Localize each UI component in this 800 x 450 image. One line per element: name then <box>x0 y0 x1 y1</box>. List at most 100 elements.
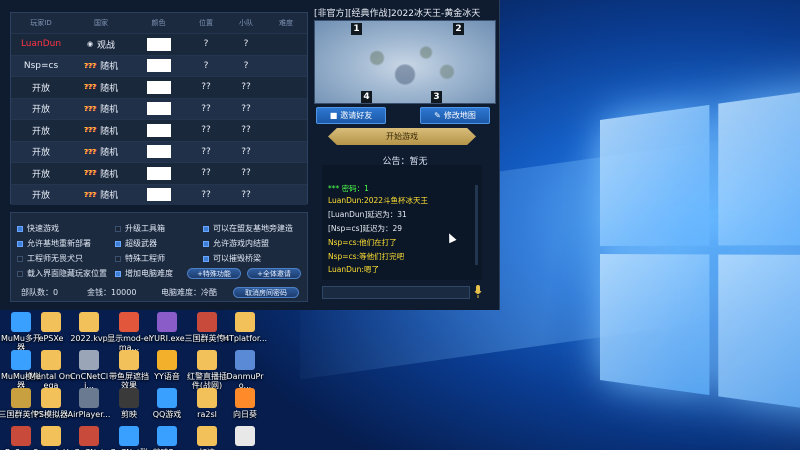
app-icon <box>119 388 139 408</box>
player-name[interactable]: 开放 <box>11 188 71 201</box>
money-amount: 金钱：10000 <box>87 288 137 297</box>
player-country-select[interactable]: ??? 随机 <box>71 167 131 180</box>
player-country-select[interactable]: ◉ 观战 <box>71 38 131 51</box>
option-super-weapon[interactable]: 超级武器 <box>115 238 157 249</box>
option-label: 超级武器 <box>125 239 157 248</box>
player-team-select[interactable]: ? <box>226 61 266 71</box>
option-label: 升级工具箱 <box>125 224 165 233</box>
option-quick-game[interactable]: 快速游戏 <box>17 223 59 234</box>
app-icon <box>157 350 177 370</box>
player-color-select[interactable] <box>131 102 186 116</box>
invite-friends-label: 邀请好友 <box>340 111 373 120</box>
player-row[interactable]: 开放??? 随机???? <box>11 162 307 184</box>
player-position-select[interactable]: ?? <box>186 168 226 178</box>
option-label: 可以在盟友基地旁建造 <box>213 224 293 233</box>
map-preview[interactable]: 1 2 3 4 <box>314 20 496 104</box>
player-country-label: 随机 <box>100 83 119 94</box>
player-row[interactable]: 开放??? 随机???? <box>11 97 307 119</box>
chat-message: LuanDun:嗯了 <box>328 265 379 274</box>
header-player-id: 玩家ID <box>30 19 52 27</box>
player-row[interactable]: 开放??? 随机???? <box>11 119 307 141</box>
shortcut-label: 向日葵 <box>233 410 257 419</box>
player-position-select[interactable]: ?? <box>186 82 226 92</box>
player-country-select[interactable]: ??? 随机 <box>71 81 131 94</box>
option-upgrade-toolbox[interactable]: 升级工具箱 <box>115 223 165 234</box>
desktop-shortcut[interactable]: ce.exe <box>222 426 268 450</box>
player-position-select[interactable]: ?? <box>186 147 226 157</box>
player-country-label: 观战 <box>97 40 116 51</box>
chat-scrollbar[interactable] <box>475 185 478 265</box>
player-team-select[interactable]: ?? <box>226 125 266 135</box>
player-color-select[interactable] <box>131 166 186 180</box>
player-name[interactable]: LuanDun <box>11 39 71 49</box>
app-icon <box>79 312 99 332</box>
player-position-select[interactable]: ?? <box>186 125 226 135</box>
player-name[interactable]: 开放 <box>11 102 71 115</box>
player-row[interactable]: Nsp=cs??? 随机?? <box>11 54 307 76</box>
player-name[interactable]: 开放 <box>11 145 71 158</box>
cancel-room-password-button[interactable]: 取消房间密码 <box>233 287 299 298</box>
option-destroy-bridge[interactable]: 可以摧毁桥梁 <box>203 253 261 264</box>
player-name[interactable]: 开放 <box>11 81 71 94</box>
option-label: 允许游戏内结盟 <box>213 239 269 248</box>
player-row[interactable]: 开放??? 随机???? <box>11 76 307 98</box>
player-team-select[interactable]: ?? <box>226 104 266 114</box>
desktop-shortcut[interactable]: 向日葵 <box>222 388 268 419</box>
player-row[interactable]: 开放??? 随机???? <box>11 183 307 205</box>
player-team-select[interactable]: ? <box>226 39 266 49</box>
player-team-select[interactable]: ?? <box>226 190 266 200</box>
invite-all-button[interactable]: +全体邀请 <box>247 268 301 279</box>
player-color-select[interactable] <box>131 59 186 73</box>
option-build-near-ally[interactable]: 可以在盟友基地旁建造 <box>203 223 293 234</box>
player-color-select[interactable] <box>131 188 186 202</box>
player-team-select[interactable]: ?? <box>226 168 266 178</box>
player-team-select[interactable]: ?? <box>226 82 266 92</box>
app-icon <box>119 312 139 332</box>
option-increase-ai-difficulty[interactable]: 增加电脑难度 <box>115 268 173 279</box>
option-allow-alliance[interactable]: 允许游戏内结盟 <box>203 238 269 249</box>
chat-message: [Nsp=cs]延迟为：29 <box>328 224 402 233</box>
player-row[interactable]: LuanDun ◉ 观战?? <box>11 33 307 55</box>
chat-input[interactable] <box>322 286 470 299</box>
player-country-select[interactable]: ??? 随机 <box>71 102 131 116</box>
option-special-engineer[interactable]: 特殊工程师 <box>115 253 165 264</box>
player-country-select[interactable]: ??? 随机 <box>71 188 131 202</box>
desktop-shortcut[interactable]: DanmuPro... <box>222 350 268 390</box>
player-name[interactable]: Nsp=cs <box>11 61 71 71</box>
start-game-button[interactable]: 开始游戏 <box>328 128 476 145</box>
player-color-select[interactable] <box>131 37 186 51</box>
chat-message: [LuanDun]延迟为：31 <box>328 210 407 219</box>
app-icon <box>197 388 217 408</box>
special-features-button[interactable]: +特殊功能 <box>187 268 241 279</box>
player-color-select[interactable] <box>131 123 186 137</box>
player-row[interactable]: 开放??? 随机???? <box>11 140 307 162</box>
player-position-select[interactable]: ?? <box>186 104 226 114</box>
player-name[interactable]: 开放 <box>11 167 71 180</box>
player-position-select[interactable]: ? <box>186 61 226 71</box>
header-difficulty: 难度 <box>279 19 293 27</box>
header-country: 国家 <box>94 19 108 27</box>
microphone-icon[interactable] <box>474 285 482 299</box>
invite-friends-button[interactable]: ■ 邀请好友 <box>316 107 386 124</box>
player-country-select[interactable]: ??? 随机 <box>71 124 131 137</box>
desktop-shortcut[interactable]: HTplatfor... <box>222 312 268 343</box>
player-name[interactable]: 开放 <box>11 124 71 137</box>
chat-message: Nsp=cs:他们在打了 <box>328 238 397 247</box>
player-position-select[interactable]: ? <box>186 39 226 49</box>
app-icon <box>197 312 217 332</box>
player-color-select[interactable] <box>131 145 186 159</box>
option-allow-redeploy[interactable]: 允许基地重新部署 <box>17 238 91 249</box>
option-hide-positions[interactable]: 载入界面隐藏玩家位置 <box>17 268 107 279</box>
user-icon: ■ <box>329 111 338 120</box>
app-icon <box>119 350 139 370</box>
player-country-select[interactable]: ??? 随机 <box>71 59 131 73</box>
app-icon <box>197 350 217 370</box>
change-map-button[interactable]: ✎ 修改地图 <box>420 107 490 124</box>
app-icon <box>197 426 217 446</box>
player-position-select[interactable]: ?? <box>186 190 226 200</box>
option-engineer-no-dog[interactable]: 工程师无畏犬只 <box>17 253 83 264</box>
color-swatch <box>146 123 171 137</box>
player-team-select[interactable]: ?? <box>226 147 266 157</box>
player-color-select[interactable] <box>131 80 186 94</box>
player-country-select[interactable]: ??? 随机 <box>71 145 131 159</box>
